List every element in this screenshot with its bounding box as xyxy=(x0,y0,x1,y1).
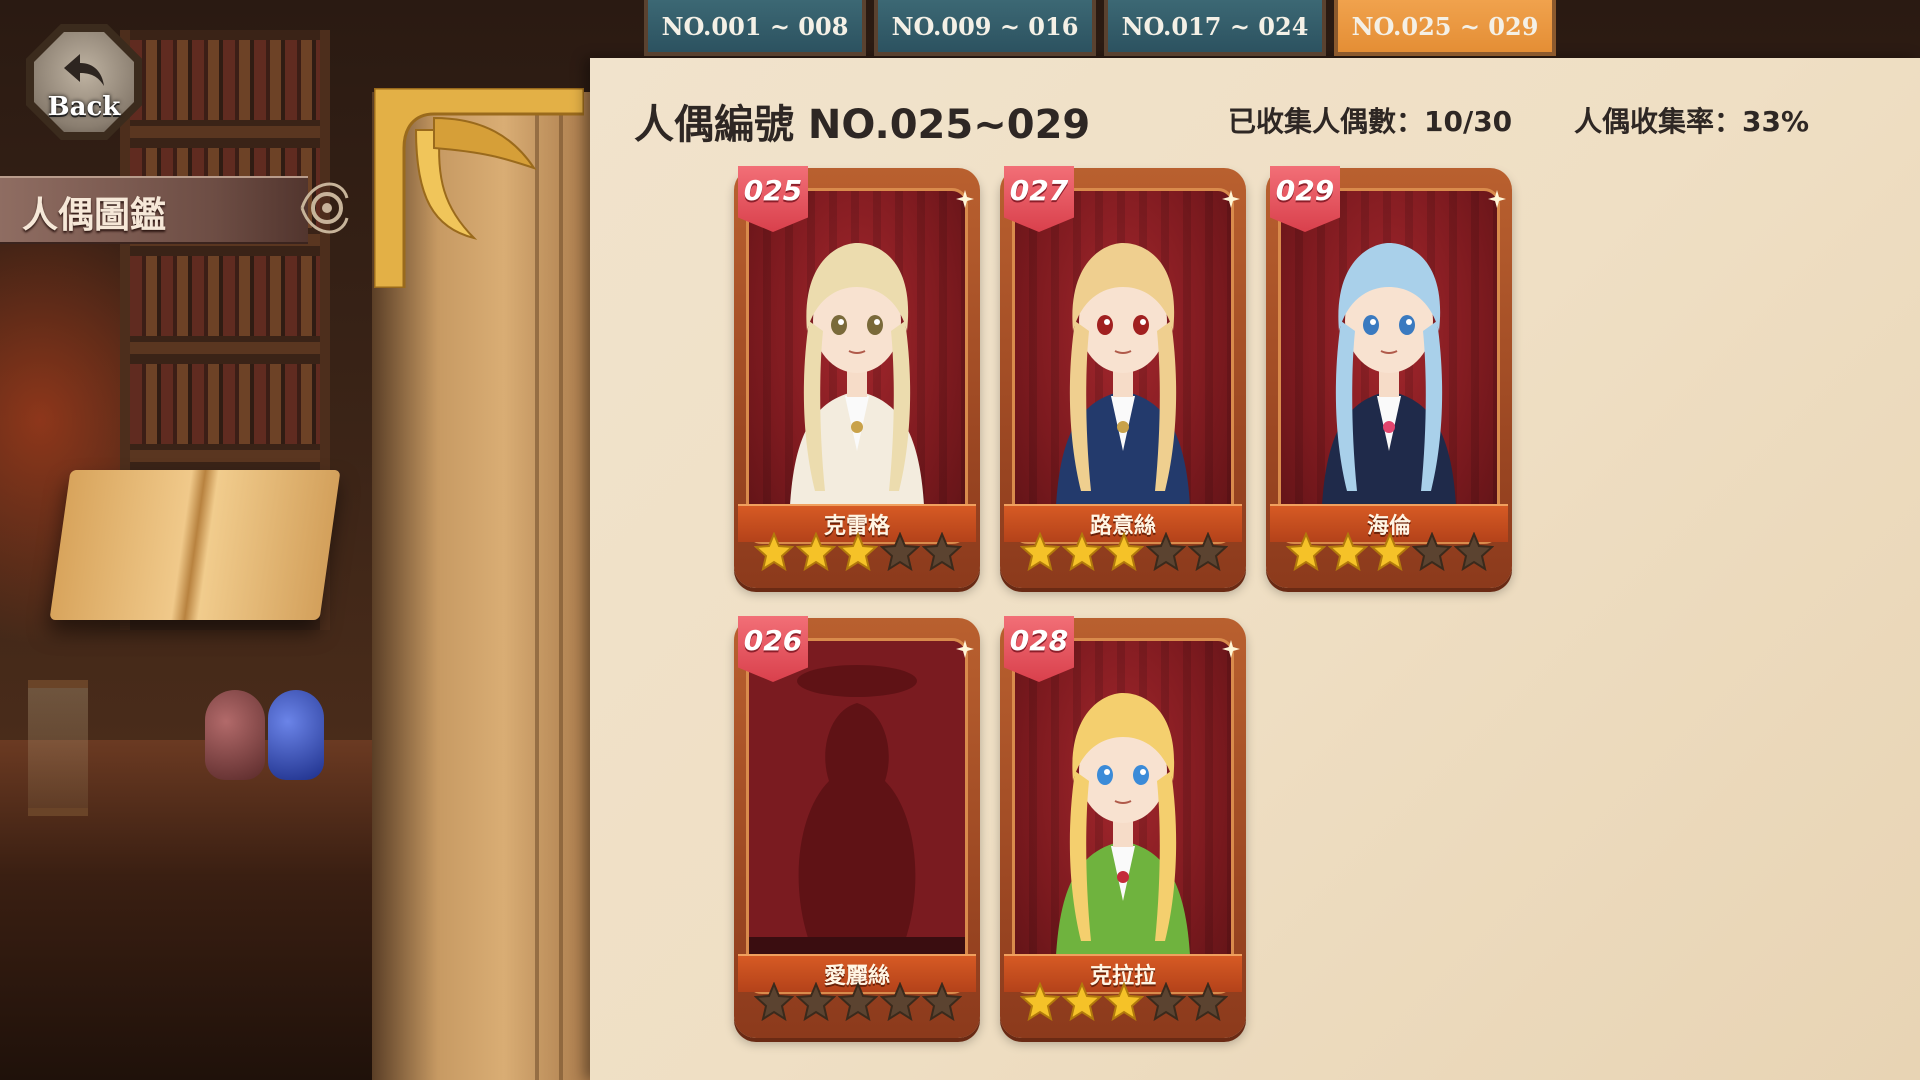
doll-card-025[interactable]: 025 克雷格 xyxy=(734,166,980,588)
back-label: Back xyxy=(47,92,121,122)
star-filled-icon xyxy=(1285,531,1327,572)
sparkle-icon xyxy=(1488,190,1506,208)
card-portrait-frame xyxy=(1012,188,1234,544)
star-empty-icon xyxy=(753,981,795,1022)
doll-card-028[interactable]: 028 克拉拉 xyxy=(1000,616,1246,1038)
doll-card-026[interactable]: 026 愛麗絲 xyxy=(734,616,980,1038)
star-filled-icon xyxy=(753,531,795,572)
star-empty-icon xyxy=(1145,981,1187,1022)
blue-potion-prop xyxy=(268,690,324,780)
gold-corner-ornament xyxy=(374,88,584,288)
star-empty-icon xyxy=(879,981,921,1022)
star-empty-icon xyxy=(921,981,963,1022)
sparkle-icon xyxy=(1222,640,1240,658)
star-filled-icon xyxy=(1019,981,1061,1022)
collected-count: 已收集人偶數：10/30 xyxy=(1228,105,1513,138)
page-title: 人偶編號 NO.025~029 xyxy=(634,102,1091,148)
section-title-ribbon: 人偶圖鑑 xyxy=(0,176,308,244)
back-arrow-icon xyxy=(64,54,104,86)
star-rating xyxy=(1285,531,1496,576)
star-empty-icon xyxy=(1453,531,1495,572)
star-filled-icon xyxy=(837,531,879,572)
sparkle-icon xyxy=(956,190,974,208)
star-rating xyxy=(1019,981,1230,1026)
star-empty-icon xyxy=(921,531,963,572)
tab-009-016[interactable]: NO.009 ~ 016 xyxy=(874,0,1096,56)
hourglass-prop xyxy=(28,680,88,816)
star-rating xyxy=(753,531,964,576)
star-filled-icon xyxy=(1327,531,1369,572)
star-empty-icon xyxy=(1187,531,1229,572)
star-empty-icon xyxy=(795,981,837,1022)
star-empty-icon xyxy=(879,531,921,572)
card-portrait-frame xyxy=(1012,638,1234,994)
star-filled-icon xyxy=(1019,531,1061,572)
star-rating xyxy=(1019,531,1230,576)
card-portrait-frame xyxy=(1278,188,1500,544)
star-filled-icon xyxy=(795,531,837,572)
open-book-prop xyxy=(49,470,341,620)
card-portrait-frame xyxy=(746,638,968,994)
star-filled-icon xyxy=(1103,531,1145,572)
back-button[interactable]: Back xyxy=(26,24,142,140)
star-filled-icon xyxy=(1103,981,1145,1022)
star-filled-icon xyxy=(1369,531,1411,572)
section-title: 人偶圖鑑 xyxy=(22,195,167,236)
star-empty-icon xyxy=(837,981,879,1022)
sparkle-icon xyxy=(956,640,974,658)
doll-card-027[interactable]: 027 路意絲 xyxy=(1000,166,1246,588)
star-rating xyxy=(753,981,964,1026)
red-potion-prop xyxy=(205,690,265,780)
star-filled-icon xyxy=(1061,531,1103,572)
collection-rate: 人偶收集率：33% xyxy=(1574,105,1810,138)
sparkle-icon xyxy=(1222,190,1240,208)
star-empty-icon xyxy=(1411,531,1453,572)
star-empty-icon xyxy=(1187,981,1229,1022)
star-filled-icon xyxy=(1061,981,1103,1022)
star-empty-icon xyxy=(1145,531,1187,572)
ornament-flourish-icon xyxy=(300,182,349,234)
tab-025-029[interactable]: NO.025 ~ 029 xyxy=(1334,0,1556,56)
tab-017-024[interactable]: NO.017 ~ 024 xyxy=(1104,0,1326,56)
card-portrait-frame xyxy=(746,188,968,544)
tab-001-008[interactable]: NO.001 ~ 008 xyxy=(644,0,866,56)
doll-card-029[interactable]: 029 海倫 xyxy=(1266,166,1512,588)
